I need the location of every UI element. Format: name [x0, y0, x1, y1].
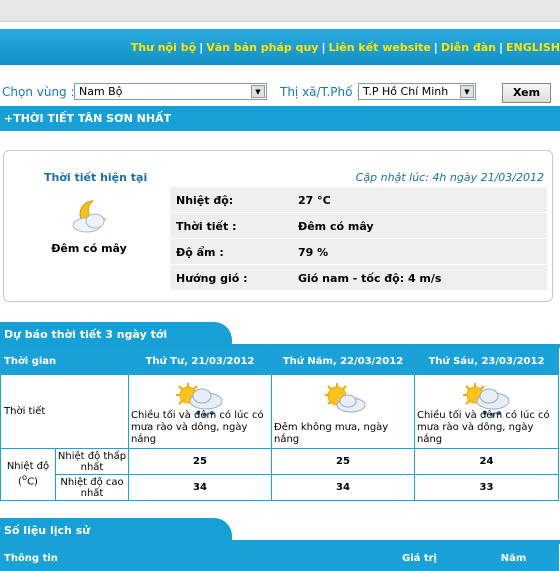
history-col-info: Thông tin [0, 544, 371, 571]
temp-unit-c: C [27, 476, 35, 488]
top-strip [0, 0, 560, 22]
forecast-weather-desc: Chiều tối và đêm có lúc có mưa rào và dô… [131, 410, 264, 445]
forecast-table: Thời gian Thứ Tư, 21/03/2012 Thứ Năm, 22… [0, 348, 559, 501]
nav-separator: | [498, 41, 504, 54]
station-title: +THỜI TIẾT TÂN SƠN NHẤT [0, 106, 560, 131]
detail-value: 79 % [298, 246, 329, 259]
detail-value: Đêm có mây [298, 220, 374, 233]
nav-bar: Thư nội bộ | Văn bản pháp quy | Liên kết web… [0, 29, 560, 65]
history-col-year: Năm [468, 544, 559, 571]
chevron-down-icon: ▼ [251, 85, 265, 98]
view-button[interactable]: Xem [502, 83, 551, 103]
detail-key: Thời tiết : [176, 220, 237, 233]
forecast-heading: Dự báo thời tiết 3 ngày tới [0, 322, 232, 346]
nav-links: Thư nội bộ | Văn bản pháp quy | Liên kết web… [131, 41, 560, 54]
forecast-weather-cell: Chiều tối và đêm có lúc có mưa rào và dô… [414, 374, 559, 449]
forecast-row-low: Nhiệt độ thấp nhất [55, 448, 129, 475]
forecast-weather-cell: Chiều tối và đêm có lúc có mưa rào và dô… [128, 374, 272, 449]
current-condition: Đêm có mây [51, 242, 127, 255]
current-weather-panel: Thời tiết hiện tại Cập nhật lúc: 4h ngày… [3, 150, 553, 302]
forecast-col-time: Thời gian [0, 348, 129, 375]
detail-key: Nhiệt độ: [176, 194, 234, 207]
nav-link-english[interactable]: ENGLISH [506, 41, 560, 54]
region-label: Chọn vùng : [2, 85, 75, 99]
forecast-row-high: Nhiệt độ cao nhất [55, 474, 129, 501]
temp-label: Nhiệt độ [6, 461, 50, 473]
current-details: Nhiệt độ: 27 °C Thời tiết : Đêm có mây Độ … [170, 187, 547, 291]
forecast-low-value: 25 [271, 448, 415, 475]
filter-bar: Chọn vùng : Nam Bộ ▼ Thị xã/T.Phố : T.P … [0, 82, 560, 104]
sun-cloud-icon [325, 383, 366, 413]
detail-value: Gió nam - tốc độ: 4 m/s [298, 272, 442, 285]
history-table: Thông tin Giá trị Năm [0, 544, 559, 571]
nav-separator: | [321, 41, 326, 54]
detail-row-temperature: Nhiệt độ: 27 °C [170, 187, 547, 213]
forecast-high-value: 34 [271, 474, 415, 501]
forecast-weather-desc: Chiều tối và đêm có lúc có mưa rào và dô… [417, 410, 550, 445]
nav-link-internal-mail[interactable]: Thư nội bộ [131, 41, 196, 54]
forecast-high-value: 33 [414, 474, 559, 501]
detail-row-wind: Hướng gió : Gió nam - tốc độ: 4 m/s [170, 265, 547, 291]
detail-value: 27 °C [298, 194, 331, 207]
city-select-value: T.P Hồ Chí Minh [363, 85, 449, 98]
moon-cloud-icon [69, 197, 113, 238]
current-weather-heading: Thời tiết hiện tại [44, 171, 148, 184]
detail-row-humidity: Độ ẩm : 79 % [170, 239, 547, 265]
detail-key: Độ ẩm : [176, 246, 224, 259]
nav-link-forum[interactable]: Diễn đàn [441, 41, 496, 54]
forecast-weather-desc: Đêm không mưa, ngày nắng [274, 422, 389, 445]
forecast-day-label: Thứ Tư, 21/03/2012 [128, 348, 272, 375]
nav-link-legal-docs[interactable]: Văn bản pháp quy [206, 41, 318, 54]
detail-row-weather: Thời tiết : Đêm có mây [170, 213, 547, 239]
city-select[interactable]: T.P Hồ Chí Minh ▼ [358, 83, 476, 100]
forecast-low-value: 24 [414, 448, 559, 475]
nav-separator: | [433, 41, 438, 54]
updated-time: Cập nhật lúc: 4h ngày 21/03/2012 [355, 171, 544, 184]
history-col-value: Giá trị [370, 544, 469, 571]
nav-link-web-links[interactable]: Liên kết website [328, 41, 430, 54]
nav-separator: | [199, 41, 204, 54]
history-heading: Số liệu lịch sử [0, 518, 232, 542]
forecast-high-value: 34 [128, 474, 272, 501]
forecast-low-value: 25 [128, 448, 272, 475]
forecast-row-weather: Thời tiết [0, 374, 129, 449]
city-label: Thị xã/T.Phố : [280, 85, 361, 99]
forecast-weather-cell: Đêm không mưa, ngày nắng [271, 374, 415, 449]
region-select[interactable]: Nam Bộ ▼ [74, 83, 267, 100]
region-select-value: Nam Bộ [79, 85, 123, 98]
chevron-down-icon: ▼ [460, 85, 474, 98]
forecast-day-label: Thứ Năm, 22/03/2012 [271, 348, 415, 375]
forecast-day-label: Thứ Sáu, 23/03/2012 [414, 348, 559, 375]
forecast-row-temp: Nhiệt độ (oC) [0, 448, 56, 501]
detail-key: Hướng gió : [176, 272, 248, 285]
